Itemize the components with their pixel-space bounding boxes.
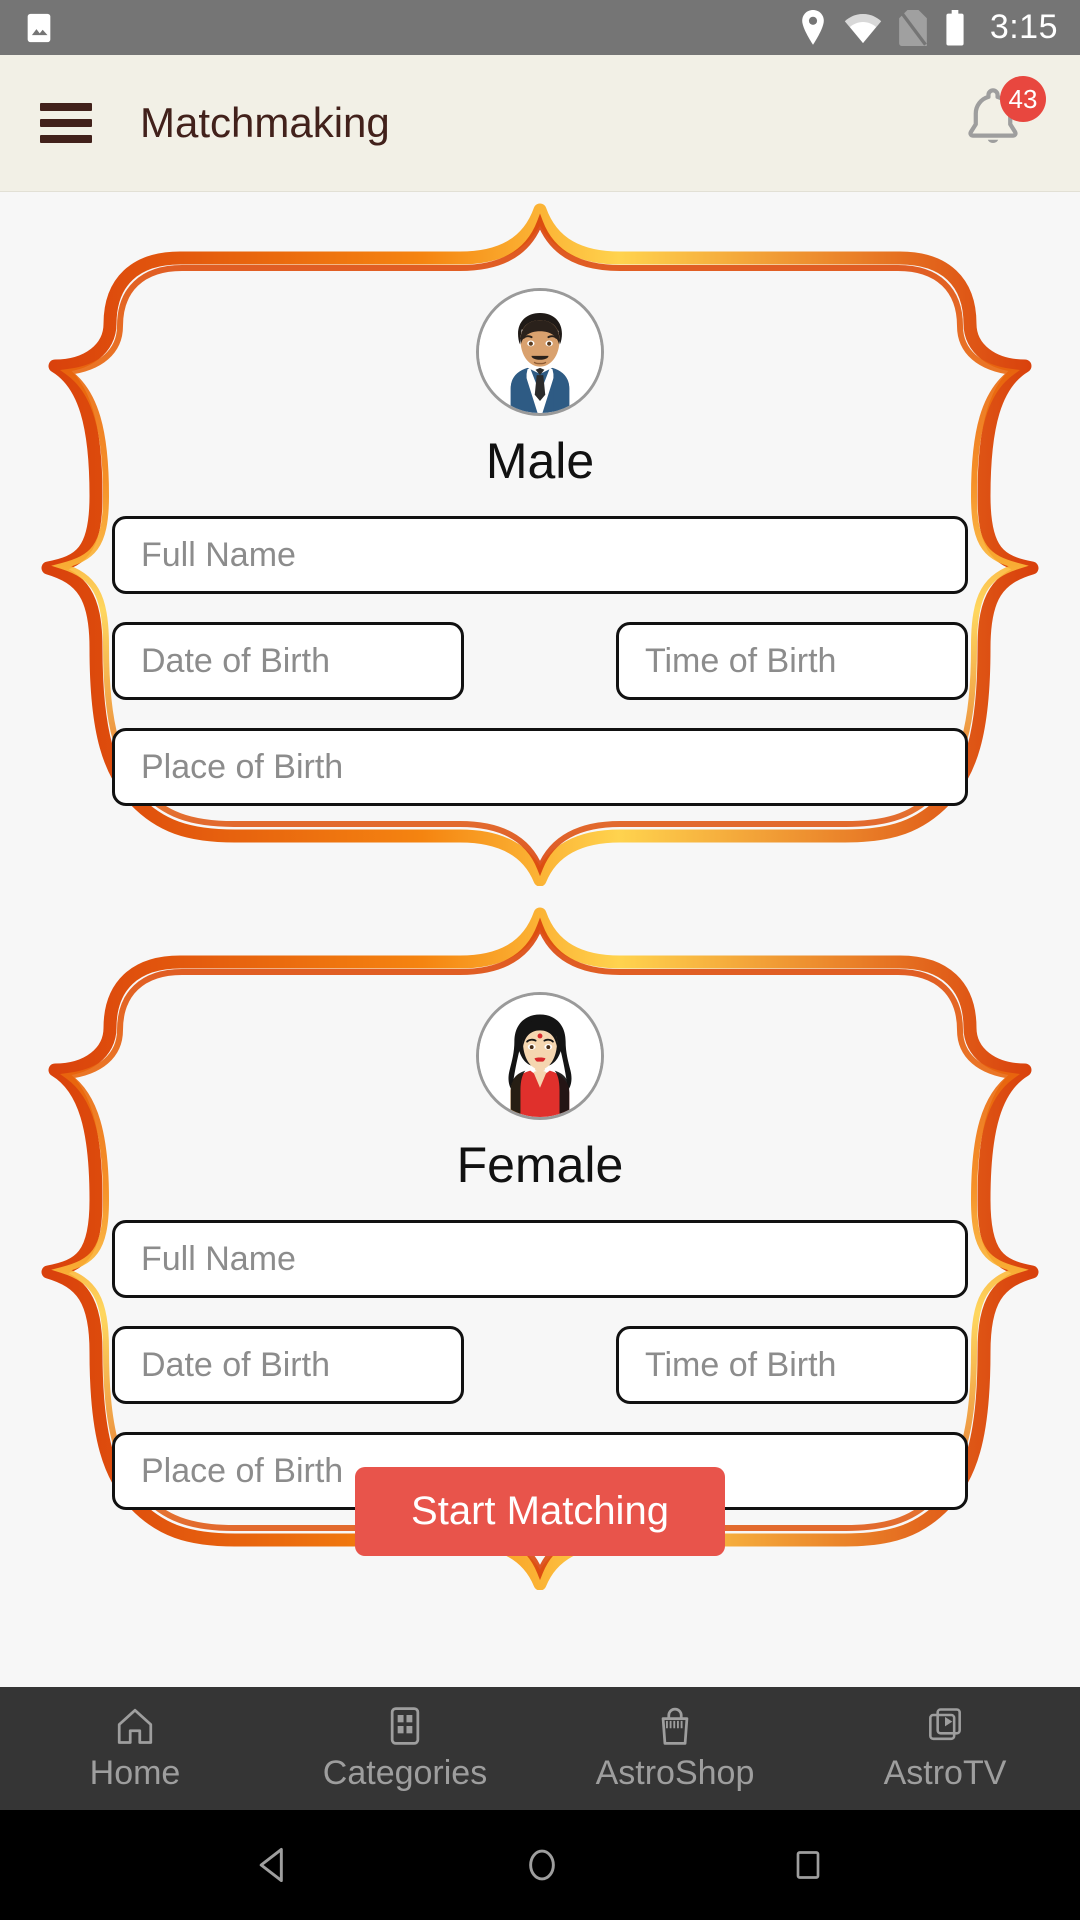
cta-container: Start Matching (0, 1467, 1080, 1556)
recents-square-icon[interactable] (788, 1845, 828, 1885)
male-card: Male Full Name Date of Birth Time of Bir… (40, 196, 1040, 886)
status-bar: 3:15 (0, 0, 1080, 55)
male-card-title: Male (485, 433, 595, 489)
page-title: Matchmaking (140, 99, 390, 146)
notifications-button[interactable]: 43 (954, 76, 1046, 166)
bottom-navigation: Home Categories AstroShop AstroTV (0, 1687, 1080, 1810)
female-date-of-birth-input[interactable]: Date of Birth (112, 1326, 464, 1404)
nav-label-home: Home (89, 1754, 181, 1792)
nav-item-astrotv[interactable]: AstroTV (810, 1704, 1080, 1793)
back-triangle-icon[interactable] (252, 1843, 296, 1887)
wifi-icon (844, 13, 881, 43)
android-navigation-bar (0, 1810, 1080, 1920)
shopping-bag-icon (661, 1707, 689, 1745)
female-full-name-input[interactable]: Full Name (112, 1220, 968, 1298)
grid-categories-icon (390, 1707, 420, 1745)
status-bar-clock: 3:15 (989, 8, 1058, 46)
nav-item-home[interactable]: Home (0, 1704, 270, 1793)
male-time-of-birth-input[interactable]: Time of Birth (616, 622, 968, 700)
app-screen: 3:15 Matchmaking 43 Male Full Name Date … (0, 0, 1080, 1920)
home-icon (117, 1708, 153, 1744)
male-avatar-icon (476, 288, 604, 416)
female-dob-tob-row: Date of Birth Time of Birth (112, 1326, 968, 1432)
male-full-name-input[interactable]: Full Name (112, 516, 968, 594)
notification-badge: 43 (1000, 76, 1046, 122)
image-icon (27, 13, 51, 42)
male-place-of-birth-input[interactable]: Place of Birth (112, 728, 968, 806)
hamburger-menu-icon[interactable] (40, 103, 92, 143)
scroll-content[interactable]: Male Full Name Date of Birth Time of Bir… (0, 192, 1080, 1591)
female-time-of-birth-input[interactable]: Time of Birth (616, 1326, 968, 1404)
female-avatar-icon (476, 992, 604, 1120)
nav-item-categories[interactable]: Categories (270, 1704, 540, 1793)
male-dob-tob-row: Date of Birth Time of Birth (112, 622, 968, 728)
location-pin-icon (802, 9, 824, 45)
home-circle-icon[interactable] (520, 1843, 564, 1887)
app-bar: Matchmaking 43 (0, 55, 1080, 192)
male-date-of-birth-input[interactable]: Date of Birth (112, 622, 464, 700)
start-matching-button[interactable]: Start Matching (355, 1467, 725, 1556)
nav-label-astroshop: AstroShop (595, 1754, 755, 1792)
nav-label-astrotv: AstroTV (883, 1754, 1007, 1792)
nav-item-astroshop[interactable]: AstroShop (540, 1704, 810, 1793)
nav-label-categories: Categories (322, 1754, 488, 1792)
battery-icon (946, 9, 964, 45)
tv-play-icon (929, 1708, 961, 1741)
no-sim-icon (898, 9, 927, 46)
female-card-title: Female (456, 1137, 624, 1193)
